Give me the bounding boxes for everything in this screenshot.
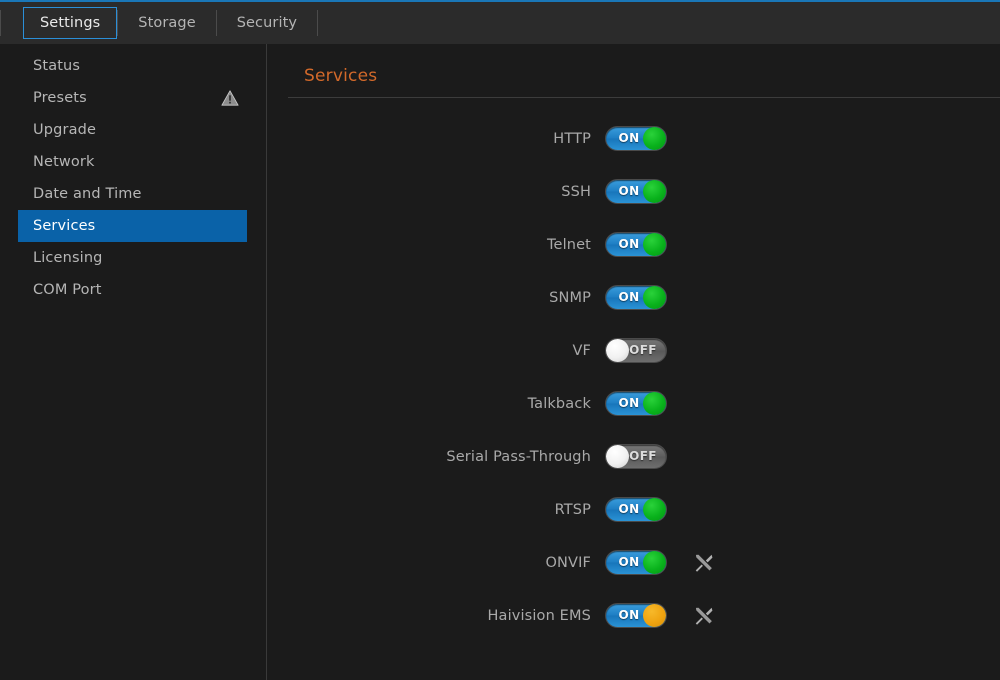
service-row: Talkback ON xyxy=(268,377,1000,430)
toggle-telnet[interactable]: ON xyxy=(605,232,667,257)
toggle-knob xyxy=(643,604,666,627)
tab-divider xyxy=(317,10,318,36)
sidebar-item-label: Licensing xyxy=(33,250,239,266)
tools-icon[interactable] xyxy=(693,605,715,627)
toggle-state-label: OFF xyxy=(625,445,661,468)
toggle-knob xyxy=(643,392,666,415)
toggle-haivision-ems[interactable]: ON xyxy=(605,603,667,628)
page-title: Services xyxy=(304,66,377,86)
service-label: HTTP xyxy=(268,131,605,147)
sidebar-item-label: COM Port xyxy=(33,282,239,298)
toggle-knob xyxy=(606,445,629,468)
toggle-ssh[interactable]: ON xyxy=(605,179,667,204)
tab-settings[interactable]: Settings xyxy=(23,7,117,39)
services-list: HTTP ON SSH ON Telnet ON SNMP ON VF OFF Talkback ON… xyxy=(268,112,1000,642)
sidebar-item-date-and-time[interactable]: Date and Time xyxy=(18,178,247,210)
toggle-rtsp[interactable]: ON xyxy=(605,497,667,522)
toggle-knob xyxy=(643,233,666,256)
sidebar-item-label: Services xyxy=(33,218,239,234)
toggle-state-label: ON xyxy=(611,233,647,256)
toggle-talkback[interactable]: ON xyxy=(605,391,667,416)
sidebar-item-network[interactable]: Network xyxy=(18,146,247,178)
tab-security-label: Security xyxy=(237,15,297,31)
toggle-state-label: ON xyxy=(611,180,647,203)
tab-bar: Settings Storage Security xyxy=(0,2,1000,44)
tab-storage[interactable]: Storage xyxy=(118,2,215,44)
toggle-knob xyxy=(643,127,666,150)
tools-icon[interactable] xyxy=(693,552,715,574)
service-row: Serial Pass-Through OFF xyxy=(268,430,1000,483)
service-label: Telnet xyxy=(268,237,605,253)
tab-storage-label: Storage xyxy=(138,15,195,31)
service-row: SNMP ON xyxy=(268,271,1000,324)
sidebar-item-label: Date and Time xyxy=(33,186,239,202)
service-label: ONVIF xyxy=(268,555,605,571)
service-row: SSH ON xyxy=(268,165,1000,218)
toggle-knob xyxy=(643,551,666,574)
toggle-http[interactable]: ON xyxy=(605,126,667,151)
service-row: VF OFF xyxy=(268,324,1000,377)
service-row: HTTP ON xyxy=(268,112,1000,165)
toggle-knob xyxy=(643,286,666,309)
service-row: Haivision EMS ON xyxy=(268,589,1000,642)
sidebar-item-upgrade[interactable]: Upgrade xyxy=(18,114,247,146)
content-area: Status Presets Upgrade Network Date and … xyxy=(0,44,1000,680)
toggle-state-label: ON xyxy=(611,551,647,574)
toggle-knob xyxy=(643,498,666,521)
toggle-vf[interactable]: OFF xyxy=(605,338,667,363)
service-label: RTSP xyxy=(268,502,605,518)
toggle-serial-pass-through[interactable]: OFF xyxy=(605,444,667,469)
service-label: Talkback xyxy=(268,396,605,412)
warning-icon xyxy=(221,89,239,107)
toggle-onvif[interactable]: ON xyxy=(605,550,667,575)
toggle-state-label: ON xyxy=(611,604,647,627)
toggle-snmp[interactable]: ON xyxy=(605,285,667,310)
sidebar-item-licensing[interactable]: Licensing xyxy=(18,242,247,274)
sidebar-item-com-port[interactable]: COM Port xyxy=(18,274,247,306)
sidebar-item-label: Presets xyxy=(33,90,221,106)
sidebar-item-label: Status xyxy=(33,58,239,74)
toggle-state-label: ON xyxy=(611,127,647,150)
title-divider xyxy=(288,97,1000,98)
service-row: ONVIF ON xyxy=(268,536,1000,589)
tab-security[interactable]: Security xyxy=(217,2,317,44)
toggle-state-label: ON xyxy=(611,498,647,521)
sidebar-item-status[interactable]: Status xyxy=(18,50,247,82)
toggle-state-label: ON xyxy=(611,286,647,309)
sidebar-item-services[interactable]: Services xyxy=(18,210,247,242)
tab-divider xyxy=(0,10,1,36)
service-label: Serial Pass-Through xyxy=(268,449,605,465)
sidebar-item-label: Upgrade xyxy=(33,122,239,138)
service-label: Haivision EMS xyxy=(268,608,605,624)
service-row: Telnet ON xyxy=(268,218,1000,271)
toggle-state-label: ON xyxy=(611,392,647,415)
sidebar-item-presets[interactable]: Presets xyxy=(18,82,247,114)
service-row: RTSP ON xyxy=(268,483,1000,536)
sidebar-nav: Status Presets Upgrade Network Date and … xyxy=(0,44,267,680)
service-label: SNMP xyxy=(268,290,605,306)
tab-settings-label: Settings xyxy=(40,15,100,31)
toggle-state-label: OFF xyxy=(625,339,661,362)
toggle-knob xyxy=(606,339,629,362)
services-panel: Services HTTP ON SSH ON Telnet ON SNMP ON VF OFF T… xyxy=(268,44,1000,680)
toggle-knob xyxy=(643,180,666,203)
sidebar-item-label: Network xyxy=(33,154,239,170)
service-label: VF xyxy=(268,343,605,359)
service-label: SSH xyxy=(268,184,605,200)
